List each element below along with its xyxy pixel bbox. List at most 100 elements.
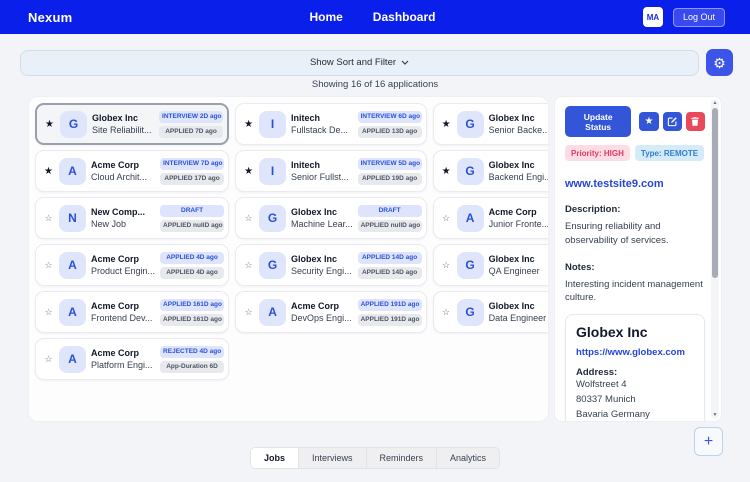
top-nav: Home Dashboard: [309, 10, 435, 24]
application-card-1[interactable]: ★ G Globex Inc Site Reliabilit... INTERV…: [35, 103, 230, 145]
application-card-13[interactable]: ☆ A Acme Corp Frontend Dev... APPLIED 16…: [35, 291, 230, 333]
bottom-tabs: Jobs Interviews Reminders Analytics: [0, 447, 750, 469]
gear-icon: ⚙: [713, 54, 726, 71]
nav-dashboard[interactable]: Dashboard: [373, 10, 436, 24]
card-text: Globex Inc Senior Backe...: [489, 113, 548, 135]
application-card-14[interactable]: ☆ A Acme Corp DevOps Engi... APPLIED 191…: [235, 291, 427, 333]
meta-badge: APPLIED 7D ago: [159, 125, 224, 138]
details-scrollbar[interactable]: ▲ ▼: [711, 99, 719, 419]
favorite-button[interactable]: ★: [639, 112, 659, 131]
application-card-11[interactable]: ☆ G Globex Inc Security Engi... APPLIED …: [235, 244, 427, 286]
add-application-button[interactable]: +: [694, 427, 723, 456]
favorite-star-icon[interactable]: ★: [243, 166, 254, 177]
application-card-2[interactable]: ★ I Initech Fullstack De... INTERVIEW 6D…: [235, 103, 427, 145]
scroll-down-icon[interactable]: ▼: [711, 412, 719, 418]
applications-grid: ★ G Globex Inc Site Reliabilit... INTERV…: [28, 96, 549, 422]
sort-filter-toggle[interactable]: Show Sort and Filter: [20, 49, 699, 76]
card-text: Acme Corp Junior Fronte...: [489, 207, 548, 229]
favorite-star-icon[interactable]: ☆: [43, 354, 54, 365]
company-name: Globex Inc: [291, 254, 338, 264]
job-title: Frontend Dev...: [91, 313, 153, 323]
job-title: Security Engi...: [291, 266, 352, 276]
user-avatar[interactable]: MA: [642, 7, 663, 27]
logout-button[interactable]: Log Out: [672, 7, 725, 27]
tab-analytics[interactable]: Analytics: [437, 448, 500, 468]
favorite-star-icon[interactable]: ★: [43, 166, 54, 177]
type-badge: Type: REMOTE: [634, 145, 705, 161]
favorite-star-icon[interactable]: ★: [243, 119, 254, 130]
application-card-12[interactable]: ☆ G Globex Inc QA Engineer APPLIED 66D a…: [432, 244, 548, 286]
favorite-star-icon[interactable]: ☆: [441, 307, 452, 318]
application-card-5[interactable]: ★ I Initech Senior Fullst... INTERVIEW 5…: [235, 150, 427, 192]
scrollbar-thumb[interactable]: [712, 108, 718, 278]
card-text: Globex Inc Backend Engi...: [489, 160, 548, 182]
company-name: Globex Inc: [488, 301, 535, 311]
filter-row: Show Sort and Filter ⚙: [20, 49, 733, 76]
company-name: Acme Corp: [91, 301, 140, 311]
tab-jobs[interactable]: Jobs: [250, 448, 299, 468]
favorite-star-icon[interactable]: ☆: [243, 213, 254, 224]
favorite-star-icon[interactable]: ☆: [43, 213, 54, 224]
company-avatar: A: [59, 157, 86, 185]
chevron-down-icon: [401, 60, 409, 65]
favorite-star-icon[interactable]: ☆: [43, 260, 54, 271]
application-card-9[interactable]: ☆ A Acme Corp Junior Fronte... DRAFT APP…: [432, 197, 548, 239]
job-title: Site Reliabilit...: [92, 125, 152, 135]
application-card-4[interactable]: ★ A Acme Corp Cloud Archit... INTERVIEW …: [35, 150, 230, 192]
address-line: Bavaria Germany: [576, 408, 650, 420]
favorite-star-icon[interactable]: ☆: [243, 307, 254, 318]
scroll-up-icon[interactable]: ▲: [711, 100, 719, 106]
application-card-8[interactable]: ☆ G Globex Inc Machine Lear... DRAFT APP…: [235, 197, 427, 239]
status-badge: INTERVIEW 6D ago: [357, 110, 422, 123]
card-text: Globex Inc Machine Lear...: [291, 207, 353, 229]
favorite-star-icon[interactable]: ☆: [441, 260, 452, 271]
meta-badge: APPLIED 13D ago: [357, 125, 422, 138]
card-badges: APPLIED 14D ago APPLIED 14D ago: [357, 251, 422, 279]
delete-button[interactable]: [685, 112, 705, 131]
company-avatar: G: [456, 298, 484, 326]
favorite-star-icon[interactable]: ☆: [243, 260, 254, 271]
application-card-15[interactable]: ☆ G Globex Inc Data Engineer REJECTED 2D…: [432, 291, 548, 333]
application-card-7[interactable]: ☆ N New Comp... New Job DRAFT APPLIED nu…: [35, 197, 230, 239]
company-avatar: I: [259, 157, 287, 185]
favorite-star-icon[interactable]: ☆: [43, 307, 54, 318]
meta-badge: APPLIED nullD ago: [160, 219, 225, 232]
tab-interviews[interactable]: Interviews: [298, 448, 367, 468]
card-badges: REJECTED 4D ago App-Duration 6D: [160, 345, 225, 373]
company-avatar: A: [259, 298, 287, 326]
application-card-16[interactable]: ☆ A Acme Corp Platform Engi... REJECTED …: [35, 338, 230, 380]
company-name: Acme Corp: [91, 254, 140, 264]
tab-reminders[interactable]: Reminders: [366, 448, 438, 468]
card-text: New Comp... New Job: [91, 207, 155, 229]
nav-home[interactable]: Home: [309, 10, 342, 24]
update-status-button[interactable]: Update Status: [565, 106, 632, 137]
job-title: Senior Fullst...: [291, 172, 349, 182]
job-title: Product Engin...: [91, 266, 156, 276]
edit-icon: [667, 117, 677, 127]
favorite-star-icon[interactable]: ★: [44, 119, 55, 130]
status-badge: APPLIED 4D ago: [160, 251, 225, 264]
meta-badge: APPLIED nullD ago: [357, 219, 422, 232]
card-text: Initech Senior Fullst...: [291, 160, 353, 182]
status-badge: APPLIED 161D ago: [160, 298, 225, 311]
favorite-star-icon[interactable]: ★: [441, 119, 452, 130]
application-card-6[interactable]: ★ G Globex Inc Backend Engi... REJECTED …: [432, 150, 548, 192]
address-line: 80337 Munich: [576, 393, 636, 405]
edit-button[interactable]: [662, 112, 682, 131]
settings-button[interactable]: ⚙: [706, 49, 733, 76]
favorite-star-icon[interactable]: ☆: [441, 213, 452, 224]
application-card-3[interactable]: ★ G Globex Inc Senior Backe... INTERVIEW…: [432, 103, 548, 145]
application-card-10[interactable]: ☆ A Acme Corp Product Engin... APPLIED 4…: [35, 244, 230, 286]
meta-badge: APPLIED 19D ago: [357, 172, 422, 185]
trash-icon: [691, 117, 700, 126]
card-badges: DRAFT APPLIED nullD ago: [160, 204, 225, 232]
company-avatar: G: [259, 204, 287, 232]
company-website-link[interactable]: https://www.globex.com: [576, 347, 694, 358]
job-website-link[interactable]: www.testsite9.com: [565, 178, 705, 190]
status-badge: INTERVIEW 7D ago: [160, 157, 225, 170]
company-name: New Comp...: [91, 207, 146, 217]
card-text: Globex Inc QA Engineer: [489, 254, 548, 276]
favorite-star-icon[interactable]: ★: [441, 166, 452, 177]
status-badge: DRAFT: [357, 204, 422, 217]
main-content: ★ G Globex Inc Site Reliabilit... INTERV…: [28, 96, 722, 422]
